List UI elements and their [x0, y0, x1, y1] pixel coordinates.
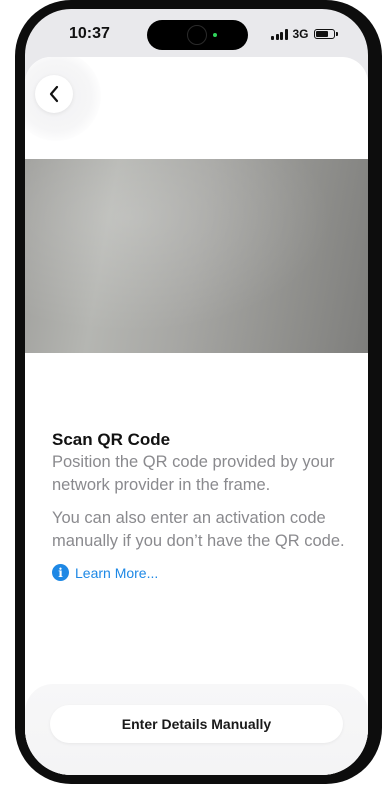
instructions: Scan QR Code Position the QR code provid… [52, 430, 352, 581]
battery-icon [313, 29, 338, 39]
network-type: 3G [292, 27, 309, 41]
learn-more-label: Learn More... [75, 564, 159, 581]
page-title: Scan QR Code [52, 430, 171, 449]
bottom-bar: Enter Details Manually [25, 684, 368, 775]
instruction-text: Position the QR code provided by your ne… [52, 453, 335, 494]
alternative-text: You can also enter an activation code ma… [52, 509, 345, 550]
enter-details-manually-button[interactable]: Enter Details Manually [50, 705, 343, 743]
status-bar: 10:37 3G [25, 9, 368, 61]
camera-lens-icon [187, 25, 207, 45]
dynamic-island [147, 20, 248, 50]
info-icon: i [52, 564, 69, 581]
chevron-left-icon [49, 85, 59, 103]
status-indicators: 3G [271, 27, 338, 41]
learn-more-link[interactable]: i Learn More... [52, 564, 352, 581]
status-time: 10:37 [69, 25, 110, 42]
camera-viewfinder [25, 159, 368, 353]
back-button[interactable] [35, 75, 73, 113]
screen: 10:37 3G Scan QR Code Position the QR co… [25, 9, 368, 775]
camera-feed [25, 159, 368, 353]
qr-scan-sheet: Scan QR Code Position the QR code provid… [25, 57, 368, 775]
camera-indicator-icon [213, 33, 217, 37]
signal-icon [271, 28, 288, 40]
